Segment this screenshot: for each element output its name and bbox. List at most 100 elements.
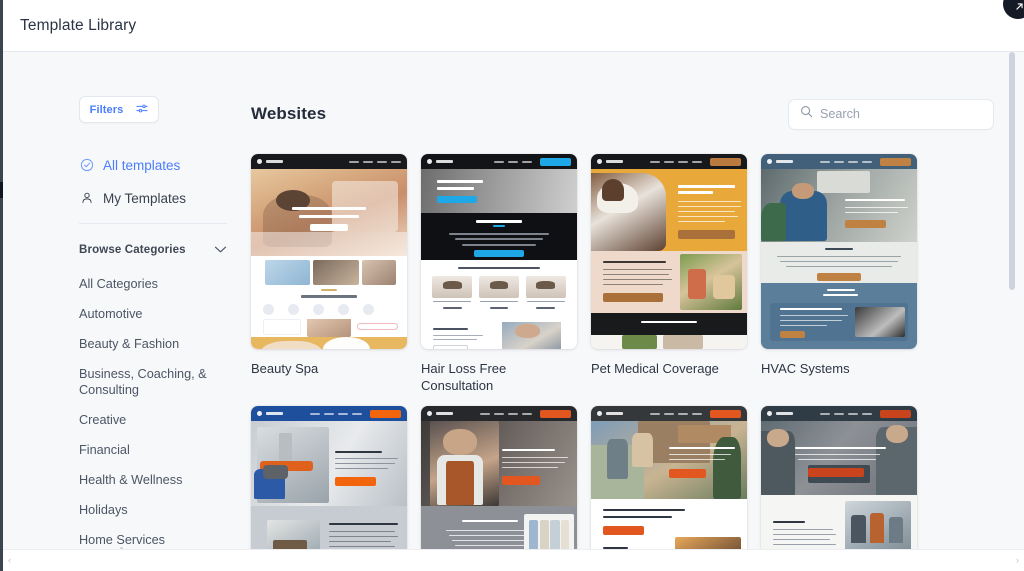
- sliders-icon: [136, 101, 148, 119]
- preview-section: [251, 319, 407, 337]
- preview-navbar: [251, 406, 407, 421]
- preview-section: [251, 337, 407, 349]
- category-item[interactable]: All Categories: [79, 276, 219, 292]
- search-icon: [800, 105, 813, 123]
- template-thumbnail[interactable]: [421, 406, 577, 549]
- app-header: Template Library: [3, 0, 1024, 52]
- preview-navbar: [761, 154, 917, 169]
- horizontal-scrollbar[interactable]: ‹ ›: [3, 549, 1024, 571]
- category-item[interactable]: Beauty & Fashion: [79, 336, 219, 352]
- preview-hero: [421, 421, 577, 506]
- preview-navbar: [591, 154, 747, 169]
- category-item[interactable]: Holidays: [79, 502, 219, 518]
- template-card[interactable]: [251, 406, 407, 549]
- preview-hero: [761, 421, 917, 495]
- template-card[interactable]: [761, 406, 917, 549]
- preview-section: [421, 260, 577, 322]
- preview-hero: [591, 169, 747, 251]
- search-input[interactable]: [820, 107, 982, 121]
- preview-navbar: [591, 406, 747, 421]
- chevron-down-icon: [214, 241, 227, 259]
- template-preview: [421, 154, 577, 349]
- browse-categories-label: Browse Categories: [79, 244, 186, 256]
- preview-navbar: [421, 154, 577, 169]
- window-left-edge-notch: [0, 182, 3, 198]
- preview-navbar: [761, 406, 917, 421]
- app-window: Template Library Filters All templates M…: [0, 0, 1024, 571]
- sidebar-item-label: My Templates: [103, 190, 187, 206]
- preview-hero: [761, 169, 917, 242]
- preview-hero: [421, 169, 577, 213]
- template-card[interactable]: [421, 406, 577, 549]
- sidebar-nav: All templates My Templates: [79, 151, 239, 212]
- preview-section: [761, 283, 917, 349]
- scroll-left-arrow-icon[interactable]: ‹: [8, 556, 11, 565]
- template-thumbnail[interactable]: [761, 154, 917, 349]
- template-card[interactable]: HVAC Systems: [761, 154, 917, 394]
- preview-section: [591, 499, 747, 549]
- template-card-label: Beauty Spa: [251, 361, 319, 376]
- template-thumbnail[interactable]: [761, 406, 917, 549]
- template-preview: [761, 154, 917, 349]
- category-item[interactable]: Automotive: [79, 306, 219, 322]
- preview-section: [761, 242, 917, 283]
- category-item[interactable]: Business, Coaching, & Consulting: [79, 366, 219, 398]
- template-card[interactable]: Pet Medical Coverage: [591, 154, 747, 394]
- category-item[interactable]: Creative: [79, 412, 219, 428]
- preview-section: [421, 506, 577, 549]
- filters-button-label: Filters: [89, 103, 124, 116]
- person-icon: [79, 191, 94, 206]
- template-thumbnail[interactable]: [251, 154, 407, 349]
- category-item[interactable]: Health & Wellness: [79, 472, 219, 488]
- template-thumbnail[interactable]: [421, 154, 577, 349]
- template-card[interactable]: [591, 406, 747, 549]
- template-thumbnail[interactable]: [591, 406, 747, 549]
- template-preview: [591, 406, 747, 549]
- template-card-label: Hair Loss Free Consultation: [421, 361, 507, 393]
- template-thumbnail[interactable]: [591, 154, 747, 349]
- sidebar-item-my-templates[interactable]: My Templates: [79, 184, 239, 212]
- template-preview: [591, 154, 747, 349]
- sidebar: Filters All templates My Templates Brows…: [79, 96, 239, 549]
- preview-navbar: [251, 154, 407, 169]
- vertical-scrollbar-thumb[interactable]: [1009, 52, 1015, 290]
- category-item[interactable]: Financial: [79, 442, 219, 458]
- preview-section: [251, 256, 407, 319]
- sidebar-item-label: All templates: [103, 157, 181, 173]
- template-grid: Beauty Spa Hair Loss Free Consultation P…: [251, 154, 994, 549]
- preview-hero: [251, 421, 407, 506]
- sidebar-item-all-templates[interactable]: All templates: [79, 151, 239, 179]
- filters-button[interactable]: Filters: [79, 96, 159, 123]
- browse-categories-header[interactable]: Browse Categories: [79, 241, 227, 259]
- vertical-scrollbar[interactable]: [1008, 52, 1016, 549]
- template-preview: [251, 406, 407, 549]
- preview-section: [421, 213, 577, 260]
- window-left-edge: [0, 0, 3, 571]
- template-thumbnail[interactable]: [251, 406, 407, 549]
- scroll-right-arrow-icon[interactable]: ›: [1016, 556, 1019, 565]
- preview-section: [251, 506, 407, 549]
- main-header: Websites: [251, 96, 994, 132]
- template-preview: [251, 154, 407, 349]
- main-panel: Websites Search Beauty Spa Hair Loss Fre…: [251, 96, 994, 549]
- template-preview: [761, 406, 917, 549]
- search-box[interactable]: [788, 98, 994, 130]
- template-card-label: Pet Medical Coverage: [591, 361, 719, 376]
- content-area: Filters All templates My Templates Brows…: [3, 52, 1024, 549]
- template-card[interactable]: Hair Loss Free Consultation: [421, 154, 577, 394]
- section-title: Websites: [251, 104, 327, 123]
- category-list: All Categories Automotive Beauty & Fashi…: [79, 276, 239, 549]
- sidebar-divider: [79, 223, 227, 224]
- category-item[interactable]: Home Services: [79, 532, 219, 548]
- preview-hero: [251, 169, 407, 256]
- template-preview: [421, 406, 577, 549]
- check-circle-icon: [79, 158, 94, 173]
- preview-navbar: [421, 406, 577, 421]
- template-card[interactable]: Beauty Spa: [251, 154, 407, 394]
- preview-hero: [591, 421, 747, 499]
- template-card-label: HVAC Systems: [761, 361, 850, 376]
- preview-section: [761, 495, 917, 549]
- page-title: Template Library: [20, 16, 137, 34]
- preview-section: [421, 322, 577, 349]
- preview-section: [591, 251, 747, 313]
